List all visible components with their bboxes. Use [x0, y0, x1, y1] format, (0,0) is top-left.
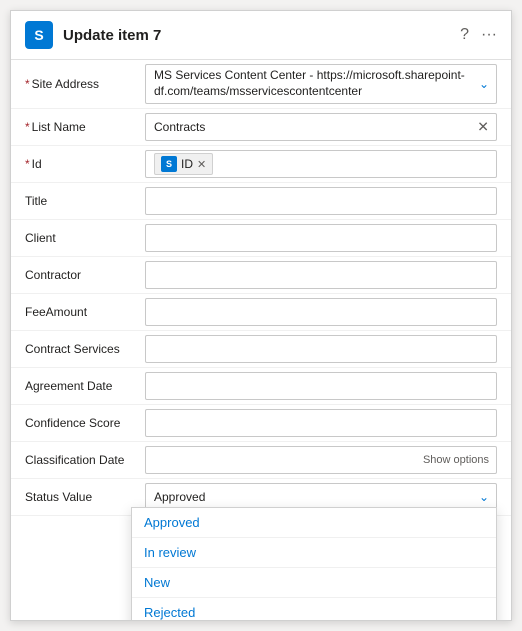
- confidence-score-label: Confidence Score: [25, 416, 145, 430]
- contractor-label: Contractor: [25, 268, 145, 282]
- id-tag-label: ID: [181, 157, 193, 171]
- id-row: *Id S ID ✕: [11, 146, 511, 183]
- confidence-score-field: [145, 409, 497, 437]
- id-tag-remove-icon[interactable]: ✕: [197, 158, 206, 171]
- list-name-clear-icon[interactable]: ✕: [477, 119, 489, 136]
- agreement-date-input[interactable]: [145, 372, 497, 400]
- contract-services-row: Contract Services: [11, 331, 511, 368]
- list-name-row: *List Name Contracts ✕: [11, 109, 511, 146]
- dropdown-option-new[interactable]: New: [132, 568, 496, 598]
- status-value-label: Status Value: [25, 490, 145, 504]
- required-star: *: [25, 157, 30, 171]
- client-label: Client: [25, 231, 145, 245]
- agreement-date-row: Agreement Date: [11, 368, 511, 405]
- site-address-label: *Site Address: [25, 77, 145, 91]
- fee-amount-field: [145, 298, 497, 326]
- contract-services-input[interactable]: [145, 335, 497, 363]
- client-field: [145, 224, 497, 252]
- classification-date-row: Classification Date Show options: [11, 442, 511, 479]
- id-field: S ID ✕: [145, 150, 497, 178]
- id-tag: S ID ✕: [154, 153, 213, 175]
- list-name-display[interactable]: Contracts: [145, 113, 497, 141]
- site-address-field: MS Services Content Center - https://mic…: [145, 64, 497, 104]
- dropdown-option-rejected[interactable]: Rejected: [132, 598, 496, 620]
- id-label: *Id: [25, 157, 145, 171]
- agreement-date-label: Agreement Date: [25, 379, 145, 393]
- fee-amount-row: FeeAmount: [11, 294, 511, 331]
- help-icon[interactable]: ?: [460, 26, 469, 44]
- site-address-row: *Site Address MS Services Content Center…: [11, 60, 511, 109]
- required-star: *: [25, 120, 30, 134]
- contractor-input[interactable]: [145, 261, 497, 289]
- status-dropdown-menu: Approved In review New Rejected Enter cu…: [131, 507, 497, 620]
- contractor-field: [145, 261, 497, 289]
- classification-date-label: Classification Date: [25, 453, 145, 467]
- client-input[interactable]: [145, 224, 497, 252]
- confidence-score-input[interactable]: [145, 409, 497, 437]
- contract-services-field: [145, 335, 497, 363]
- more-options-icon[interactable]: ···: [481, 26, 497, 44]
- contract-services-label: Contract Services: [25, 342, 145, 356]
- panel-title: Update item 7: [63, 27, 450, 44]
- fee-amount-input[interactable]: [145, 298, 497, 326]
- update-item-panel: S Update item 7 ? ··· *Site Address MS S…: [10, 10, 512, 621]
- list-name-dropdown[interactable]: Contracts ✕: [145, 113, 497, 141]
- list-name-field: Contracts ✕: [145, 113, 497, 141]
- title-field: [145, 187, 497, 215]
- form-body: *Site Address MS Services Content Center…: [11, 60, 511, 620]
- id-tag-icon: S: [161, 156, 177, 172]
- title-row: Title: [11, 183, 511, 220]
- title-label: Title: [25, 194, 145, 208]
- site-address-display[interactable]: MS Services Content Center - https://mic…: [145, 64, 497, 104]
- fee-amount-label: FeeAmount: [25, 305, 145, 319]
- dropdown-option-approved[interactable]: Approved: [132, 508, 496, 538]
- contractor-row: Contractor: [11, 257, 511, 294]
- show-options-link[interactable]: Show options: [423, 454, 489, 466]
- status-value-row: Status Value Approved ⌄ Approved In revi…: [11, 479, 511, 516]
- header-actions: ? ···: [460, 26, 497, 44]
- client-row: Client: [11, 220, 511, 257]
- site-address-dropdown[interactable]: MS Services Content Center - https://mic…: [145, 64, 497, 104]
- agreement-date-field: [145, 372, 497, 400]
- classification-date-field: Show options: [145, 446, 497, 474]
- dropdown-option-in-review[interactable]: In review: [132, 538, 496, 568]
- confidence-score-row: Confidence Score: [11, 405, 511, 442]
- title-input[interactable]: [145, 187, 497, 215]
- required-star: *: [25, 77, 30, 91]
- panel-header: S Update item 7 ? ···: [11, 11, 511, 60]
- id-input-wrapper[interactable]: S ID ✕: [145, 150, 497, 178]
- list-name-label: *List Name: [25, 120, 145, 134]
- app-icon: S: [25, 21, 53, 49]
